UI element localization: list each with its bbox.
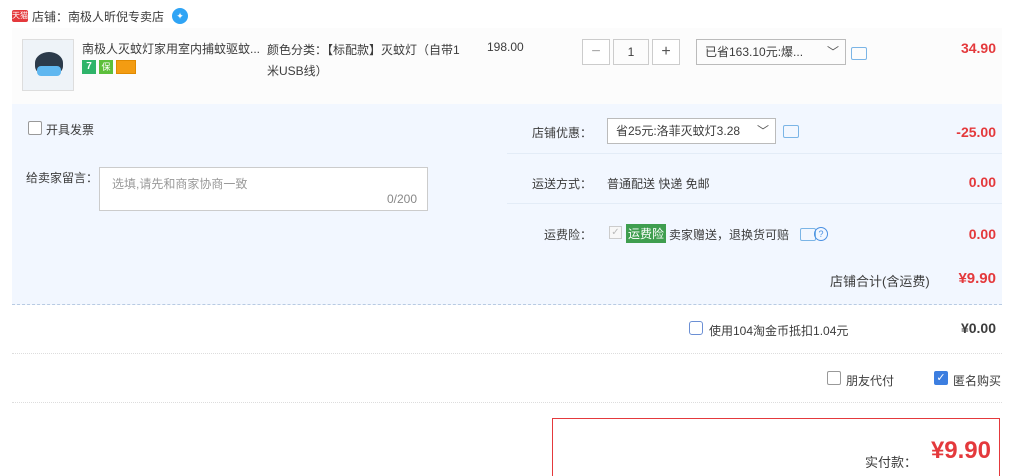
actual-payment-box: 实付款： ¥9.90 bbox=[552, 418, 1000, 476]
sku-info: 颜色分类：【标配款】灭蚊灯（自带1米USB线） bbox=[267, 43, 460, 78]
subtotal-label: 店铺合计(含运费) bbox=[830, 274, 930, 289]
message-label: 给卖家留言： bbox=[26, 171, 99, 185]
shipping-method: 普通配送 快递 免邮 bbox=[607, 177, 710, 191]
shop-subtotal-bar: 店铺合计(含运费) ¥9.90 bbox=[12, 252, 1002, 305]
shipping-amount: 0.00 bbox=[968, 174, 996, 190]
item-promo-value: 已省163.10元:爆... bbox=[705, 45, 804, 59]
subtotal-amount: ¥9.90 bbox=[958, 270, 996, 287]
shipping-label: 运送方式： bbox=[532, 177, 593, 191]
guarantee-icon[interactable]: 保 bbox=[99, 60, 113, 74]
chat-bubble-icon[interactable]: ✦ bbox=[172, 8, 189, 24]
quantity-increase-button[interactable]: + bbox=[652, 39, 680, 65]
product-title-link[interactable]: 南极人灭蚊灯家用室内捕蚊驱蚊... bbox=[82, 40, 262, 57]
coupon-select[interactable]: 省25元:洛菲灭蚊灯3.28 ﹀ bbox=[607, 118, 776, 144]
coin-label: 使用104淘金币抵扣1.04元 bbox=[709, 324, 849, 338]
anonymous-label: 匿名购买 bbox=[953, 374, 1002, 388]
item-promo-select[interactable]: 已省163.10元:爆... ﹀ bbox=[696, 39, 846, 65]
shop-header: 天猫 店铺：南极人昕倪专卖店 ✦ bbox=[12, 6, 189, 26]
shipping-row: 运送方式： 普通配送 快递 免邮 0.00 bbox=[507, 154, 1002, 204]
quantity-input[interactable]: 1 bbox=[613, 39, 649, 65]
coin-checkbox[interactable] bbox=[689, 321, 703, 335]
order-options-panel: 开具发票 给卖家留言： 选填,请先和商家协商一致 0/200 bbox=[12, 104, 507, 252]
item-subtotal: 34.90 bbox=[960, 40, 996, 56]
coupon-row: 店铺优惠： 省25元:洛菲灭蚊灯3.28 ﹀ -25.00 bbox=[507, 104, 1002, 154]
invoice-checkbox[interactable] bbox=[28, 121, 42, 135]
insurance-tag: 运费险 bbox=[626, 224, 667, 243]
coupon-value: 省25元:洛菲灭蚊灯3.28 bbox=[616, 124, 741, 138]
insurance-amount: 0.00 bbox=[968, 226, 996, 242]
chevron-down-icon: ﹀ bbox=[826, 45, 839, 59]
order-costs-panel: 店铺优惠： 省25元:洛菲灭蚊灯3.28 ﹀ -25.00 运送方式： 普通配送… bbox=[507, 104, 1002, 252]
insurance-label: 运费险： bbox=[544, 228, 593, 242]
anonymous-checkbox[interactable]: ✓ bbox=[934, 371, 948, 385]
quantity-decrease-button[interactable]: − bbox=[582, 39, 610, 65]
credit-card-icon[interactable] bbox=[116, 60, 136, 74]
insurance-desc: 卖家赠送，退换货可赔 bbox=[669, 228, 790, 242]
tmall-badge: 天猫 bbox=[12, 10, 28, 22]
seven-day-return-icon[interactable]: 7 bbox=[82, 60, 96, 74]
payment-options-row: 朋友代付 ✓ 匿名购买 bbox=[12, 354, 1002, 403]
unit-price: 198.00 bbox=[487, 40, 524, 54]
message-placeholder: 选填,请先和商家协商一致 bbox=[112, 177, 248, 191]
coin-deduction-row: 使用104淘金币抵扣1.04元 ¥0.00 bbox=[12, 305, 1002, 354]
seller-message-input[interactable]: 选填,请先和商家协商一致 0/200 bbox=[99, 167, 428, 211]
product-thumbnail[interactable] bbox=[22, 39, 74, 91]
coupon-info-icon[interactable] bbox=[783, 125, 799, 138]
chevron-down-icon: ﹀ bbox=[756, 124, 769, 138]
order-item-row: 南极人灭蚊灯家用室内捕蚊驱蚊... 7 保 颜色分类：【标配款】灭蚊灯（自带1米… bbox=[12, 28, 1002, 105]
message-char-count: 0/200 bbox=[386, 192, 417, 206]
insurance-checkbox: ✓ bbox=[609, 226, 622, 239]
service-badges: 7 保 bbox=[82, 60, 136, 74]
friend-pay-checkbox[interactable] bbox=[827, 371, 841, 385]
help-icon[interactable]: ? bbox=[814, 227, 828, 241]
shop-name-link[interactable]: 店铺：南极人昕倪专卖店 bbox=[32, 8, 164, 25]
friend-pay-label: 朋友代付 bbox=[846, 374, 895, 388]
pay-label: 实付款： bbox=[865, 455, 918, 470]
invoice-label: 开具发票 bbox=[46, 123, 95, 137]
coin-amount: ¥0.00 bbox=[960, 320, 996, 336]
coupon-label: 店铺优惠： bbox=[532, 126, 593, 140]
coupon-amount: -25.00 bbox=[956, 124, 996, 140]
quantity-stepper: − 1 + bbox=[582, 39, 680, 65]
promo-info-icon[interactable] bbox=[851, 47, 867, 60]
pay-amount: ¥9.90 bbox=[930, 437, 991, 464]
